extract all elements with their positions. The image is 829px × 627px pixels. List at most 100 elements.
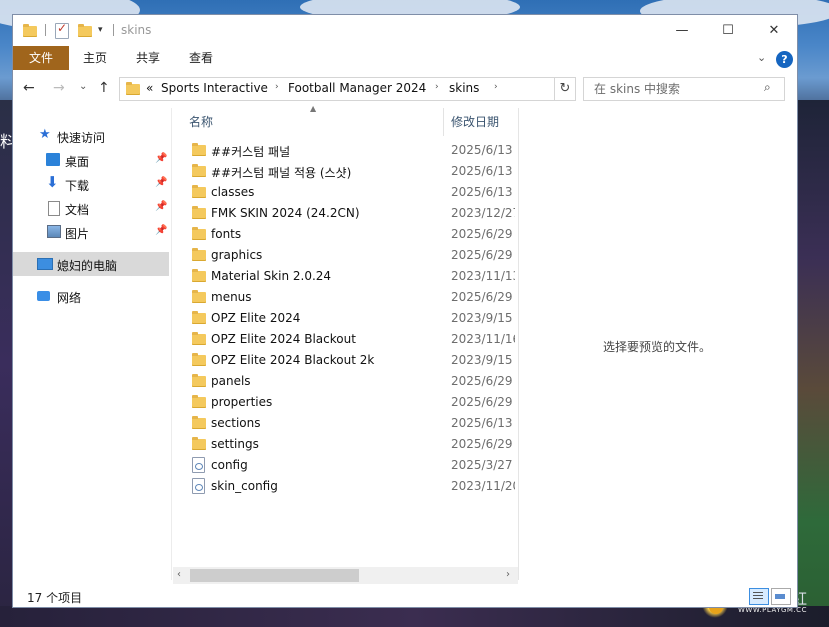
file-name: panels <box>211 374 251 388</box>
maximize-button[interactable]: ☐ <box>705 15 751 46</box>
column-header-date[interactable]: 修改日期 <box>451 108 517 136</box>
file-row[interactable]: ##커스텀 패널 적용 (스샷) 2025/6/13 1 <box>189 161 516 182</box>
search-input[interactable] <box>592 78 756 100</box>
file-date: 2025/6/13 1 <box>451 185 515 199</box>
breadcrumb-chevron-icon[interactable]: › <box>494 82 498 92</box>
file-name: OPZ Elite 2024 <box>211 311 301 325</box>
expand-ribbon-icon[interactable]: ⌄ <box>757 51 766 64</box>
file-row[interactable]: OPZ Elite 2024 Blackout 2k 2023/9/15 2 <box>189 350 516 371</box>
file-row[interactable]: properties 2025/6/29 2 <box>189 392 516 413</box>
title-bar: ▾ skins — ☐ ✕ <box>13 15 797 46</box>
file-date: 2025/6/29 2 <box>451 374 515 388</box>
minimize-button[interactable]: — <box>659 15 705 46</box>
file-row[interactable]: config 2025/3/27 1 <box>189 455 516 476</box>
refresh-button[interactable]: ↻ <box>555 77 576 101</box>
pin-icon[interactable]: 📌 <box>155 177 167 188</box>
file-row[interactable]: skin_config 2023/11/20 <box>189 476 516 497</box>
folder-icon <box>192 143 206 156</box>
file-name: ##커스텀 패널 <box>211 145 291 159</box>
file-row[interactable]: menus 2025/6/29 2 <box>189 287 516 308</box>
column-separator[interactable] <box>443 108 444 136</box>
file-row[interactable]: sections 2025/6/13 1 <box>189 413 516 434</box>
config-file-icon <box>192 457 205 473</box>
file-row[interactable]: FMK SKIN 2024 (24.2CN) 2023/12/27 <box>189 203 516 224</box>
file-name: FMK SKIN 2024 (24.2CN) <box>211 206 360 220</box>
sidebar-item-pictures[interactable]: 图片 📌 <box>13 220 169 244</box>
sidebar-item-label: 下载 <box>65 179 90 193</box>
sidebar-item-this-pc[interactable]: 媳妇的电脑 <box>13 252 169 276</box>
up-button[interactable]: ↑ <box>98 80 110 96</box>
file-name: menus <box>211 290 252 304</box>
file-row[interactable]: panels 2025/6/29 2 <box>189 371 516 392</box>
breadcrumb-skins[interactable]: skins <box>449 81 479 95</box>
file-name: skin_config <box>211 479 278 493</box>
forward-button[interactable]: → <box>53 80 65 96</box>
search-icon[interactable]: ⌕ <box>764 80 771 95</box>
sidebar-item-label: 桌面 <box>65 155 90 169</box>
sidebar-item-label: 图片 <box>65 227 90 241</box>
folder-icon <box>192 332 206 345</box>
help-icon[interactable]: ? <box>776 51 793 68</box>
file-date: 2025/6/29 2 <box>451 290 515 304</box>
search-box[interactable]: ⌕ <box>583 77 785 101</box>
file-name: settings <box>211 437 259 451</box>
file-row[interactable]: Material Skin 2.0.24 2023/11/13 <box>189 266 516 287</box>
file-name: graphics <box>211 248 263 262</box>
pin-icon[interactable]: 📌 <box>155 153 167 164</box>
close-button[interactable]: ✕ <box>751 15 797 46</box>
file-row[interactable]: OPZ Elite 2024 2023/9/15 2 <box>189 308 516 329</box>
customize-quick-access-icon[interactable]: ▾ <box>98 25 103 35</box>
folder-icon <box>192 227 206 240</box>
item-count: 17 个项目 <box>27 591 83 605</box>
back-button[interactable]: ← <box>23 80 35 96</box>
file-date: 2025/6/13 1 <box>451 164 515 178</box>
scroll-right-icon[interactable]: › <box>506 569 510 580</box>
tab-view[interactable]: 查看 <box>177 46 225 70</box>
file-row[interactable]: classes 2025/6/13 1 <box>189 182 516 203</box>
file-row[interactable]: graphics 2025/6/29 2 <box>189 245 516 266</box>
sidebar-item-network[interactable]: 网络 <box>13 284 169 308</box>
tab-share[interactable]: 共享 <box>124 46 172 70</box>
pin-icon[interactable]: 📌 <box>155 201 167 212</box>
file-date: 2023/9/15 2 <box>451 353 515 367</box>
star-icon: ★ <box>39 127 51 142</box>
file-name: classes <box>211 185 255 199</box>
sidebar-item-documents[interactable]: 文档 📌 <box>13 196 169 220</box>
properties-check-icon[interactable] <box>55 21 69 39</box>
status-bar: 17 个项目 <box>13 584 797 607</box>
explorer-window: ▾ skins — ☐ ✕ 文件 主页 共享 查看 ⌄ ? ← → ⌄ ↑ « … <box>13 15 797 607</box>
column-header-name[interactable]: 名称 <box>189 108 439 136</box>
pane-divider[interactable] <box>171 108 172 580</box>
file-row[interactable]: settings 2025/6/29 2 <box>189 434 516 455</box>
sidebar-item-downloads[interactable]: ⬇ 下载 📌 <box>13 172 169 196</box>
navigation-pane: ★ 快速访问 桌面 📌 ⬇ 下载 📌 文档 📌 图片 📌 媳妇的电脑 网络 <box>13 108 171 580</box>
file-date: 2023/11/16 <box>451 332 515 346</box>
sidebar-item-desktop[interactable]: 桌面 📌 <box>13 148 169 172</box>
details-view-button[interactable] <box>749 588 769 605</box>
tab-home[interactable]: 主页 <box>71 46 119 70</box>
recent-locations-button[interactable]: ⌄ <box>79 81 87 92</box>
breadcrumb-chevron-icon[interactable]: › <box>435 82 439 92</box>
address-bar[interactable]: « Sports Interactive › Football Manager … <box>119 77 653 101</box>
new-folder-icon[interactable] <box>78 24 92 37</box>
breadcrumb-football-manager[interactable]: Football Manager 2024 <box>288 81 426 95</box>
scrollbar-thumb[interactable] <box>190 569 359 582</box>
preview-divider[interactable] <box>518 108 519 580</box>
horizontal-scrollbar[interactable]: ‹ › <box>173 567 518 584</box>
file-date: 2023/11/20 <box>451 479 515 493</box>
breadcrumb-overflow[interactable]: « <box>146 81 153 95</box>
pin-icon[interactable]: 📌 <box>155 225 167 236</box>
file-row[interactable]: ##커스텀 패널 2025/6/13 1 <box>189 140 516 161</box>
file-date: 2025/6/29 2 <box>451 227 515 241</box>
file-row[interactable]: OPZ Elite 2024 Blackout 2023/11/16 <box>189 329 516 350</box>
folder-icon <box>192 248 206 261</box>
large-icons-view-button[interactable] <box>771 588 791 605</box>
scroll-left-icon[interactable]: ‹ <box>177 569 181 580</box>
folder-icon <box>192 353 206 366</box>
sidebar-item-quick-access[interactable]: ★ 快速访问 <box>13 124 169 148</box>
breadcrumb-chevron-icon[interactable]: › <box>275 82 279 92</box>
tab-file[interactable]: 文件 <box>13 46 69 70</box>
title-separator <box>113 24 114 36</box>
file-row[interactable]: fonts 2025/6/29 2 <box>189 224 516 245</box>
breadcrumb-sports-interactive[interactable]: Sports Interactive <box>161 81 268 95</box>
